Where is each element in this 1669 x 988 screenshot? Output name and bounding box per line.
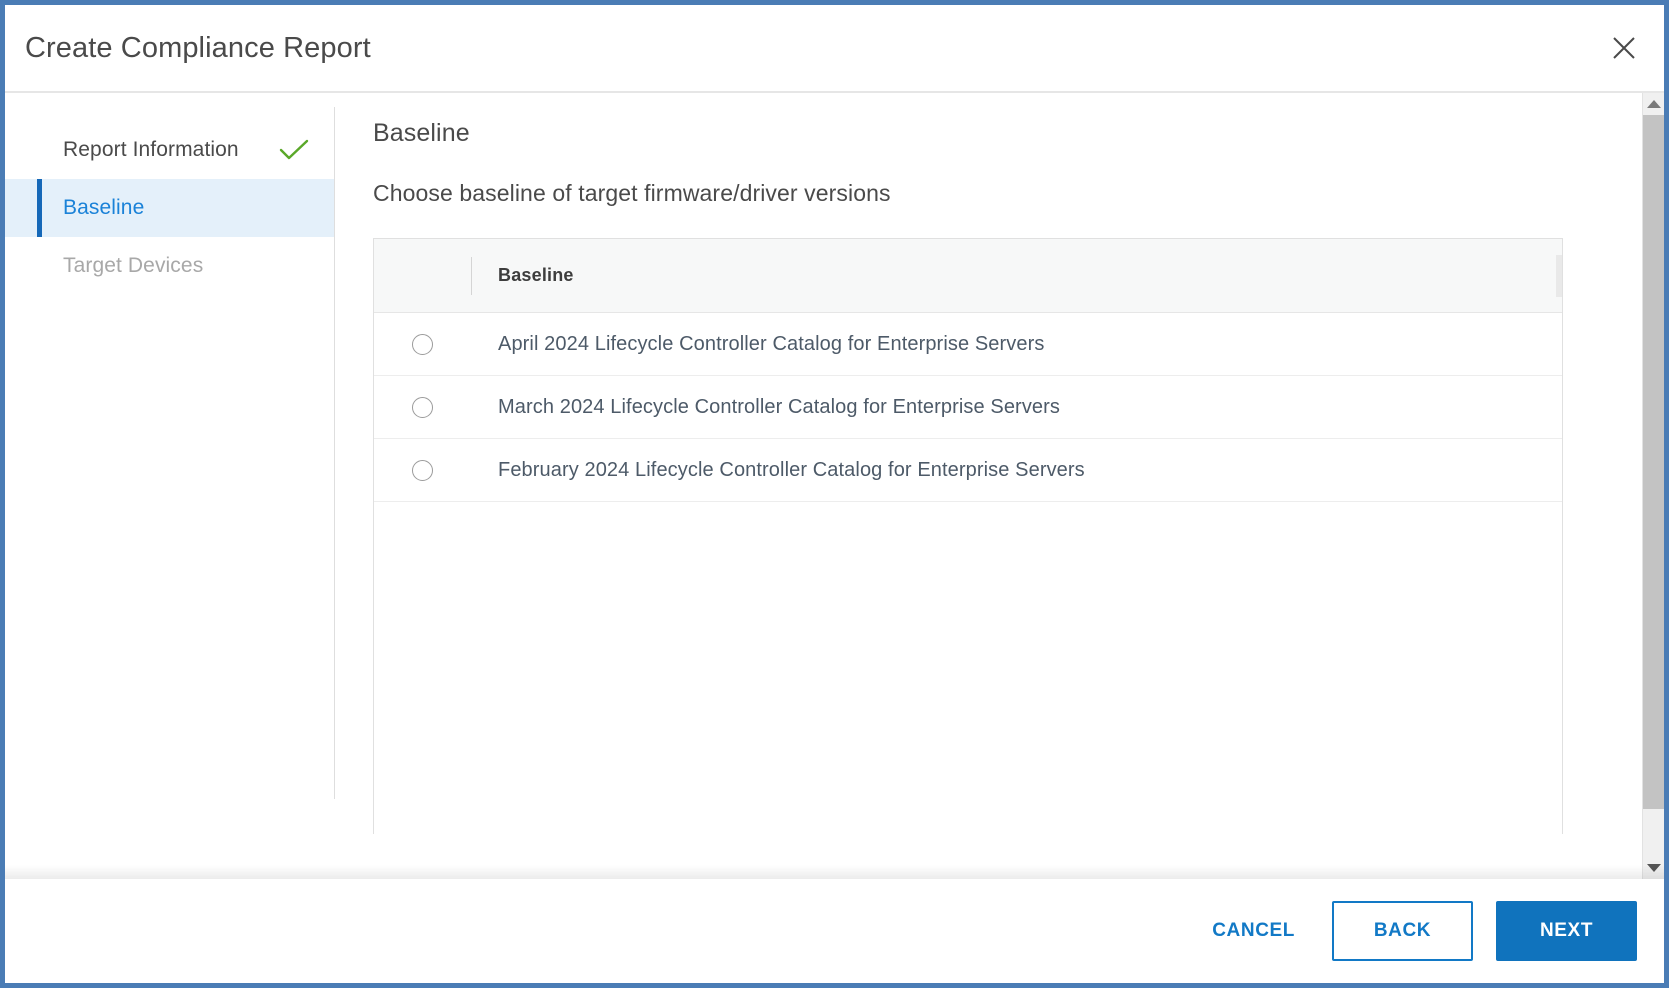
next-button[interactable]: NEXT bbox=[1496, 901, 1637, 961]
dialog-title: Create Compliance Report bbox=[25, 31, 371, 64]
table-empty-area bbox=[374, 502, 1562, 834]
radio-button-icon[interactable] bbox=[412, 396, 433, 418]
baseline-radio-cell[interactable] bbox=[374, 396, 471, 418]
sidebar-item-target-devices[interactable]: Target Devices bbox=[5, 237, 335, 295]
radio-button-icon[interactable] bbox=[412, 333, 433, 355]
create-compliance-report-dialog: Create Compliance Report Report Informat… bbox=[0, 0, 1669, 988]
scroll-down-arrow-icon[interactable] bbox=[1642, 857, 1664, 879]
column-header-select bbox=[374, 239, 471, 312]
baseline-name: April 2024 Lifecycle Controller Catalog … bbox=[498, 332, 1045, 355]
close-icon[interactable] bbox=[1602, 26, 1646, 70]
baseline-table: Baseline April 2024 Lifecycle Controller… bbox=[373, 238, 1563, 834]
sidebar-item-baseline[interactable]: Baseline bbox=[5, 179, 335, 237]
step-content-baseline: Baseline Choose baseline of target firmw… bbox=[335, 93, 1664, 879]
table-row[interactable]: April 2024 Lifecycle Controller Catalog … bbox=[374, 313, 1562, 376]
wizard-steps-sidebar: Report Information Baseline Target Devic… bbox=[5, 93, 335, 879]
back-button[interactable]: BACK bbox=[1332, 901, 1473, 961]
table-row[interactable]: February 2024 Lifecycle Controller Catal… bbox=[374, 439, 1562, 502]
step-label-report-information: Report Information bbox=[63, 138, 239, 161]
step-label-baseline: Baseline bbox=[63, 196, 145, 219]
page-subtitle: Choose baseline of target firmware/drive… bbox=[373, 180, 891, 206]
step-label-target-devices: Target Devices bbox=[63, 254, 204, 277]
cancel-button[interactable]: CANCEL bbox=[1198, 908, 1309, 954]
baseline-radio-cell[interactable] bbox=[374, 333, 471, 355]
sidebar-item-report-information[interactable]: Report Information bbox=[5, 121, 335, 179]
baseline-radio-cell[interactable] bbox=[374, 459, 471, 481]
header-scroll-indicator bbox=[1556, 255, 1562, 297]
dialog-body: Report Information Baseline Target Devic… bbox=[5, 93, 1664, 879]
check-icon bbox=[279, 139, 309, 161]
dialog-header: Create Compliance Report bbox=[5, 5, 1664, 93]
baseline-name: March 2024 Lifecycle Controller Catalog … bbox=[498, 395, 1061, 418]
column-header-baseline: Baseline bbox=[471, 239, 1562, 312]
dialog-footer: CANCEL BACK NEXT bbox=[5, 865, 1664, 983]
table-row[interactable]: March 2024 Lifecycle Controller Catalog … bbox=[374, 376, 1562, 439]
baseline-name: February 2024 Lifecycle Controller Catal… bbox=[498, 458, 1085, 481]
radio-button-icon[interactable] bbox=[412, 459, 433, 481]
scrollbar-thumb[interactable] bbox=[1643, 115, 1664, 809]
scroll-up-arrow-icon[interactable] bbox=[1642, 93, 1664, 115]
table-header-row: Baseline bbox=[374, 239, 1562, 313]
page-title: Baseline bbox=[373, 119, 470, 147]
scrollbar-track[interactable] bbox=[1643, 115, 1664, 857]
vertical-scrollbar[interactable] bbox=[1642, 93, 1664, 879]
